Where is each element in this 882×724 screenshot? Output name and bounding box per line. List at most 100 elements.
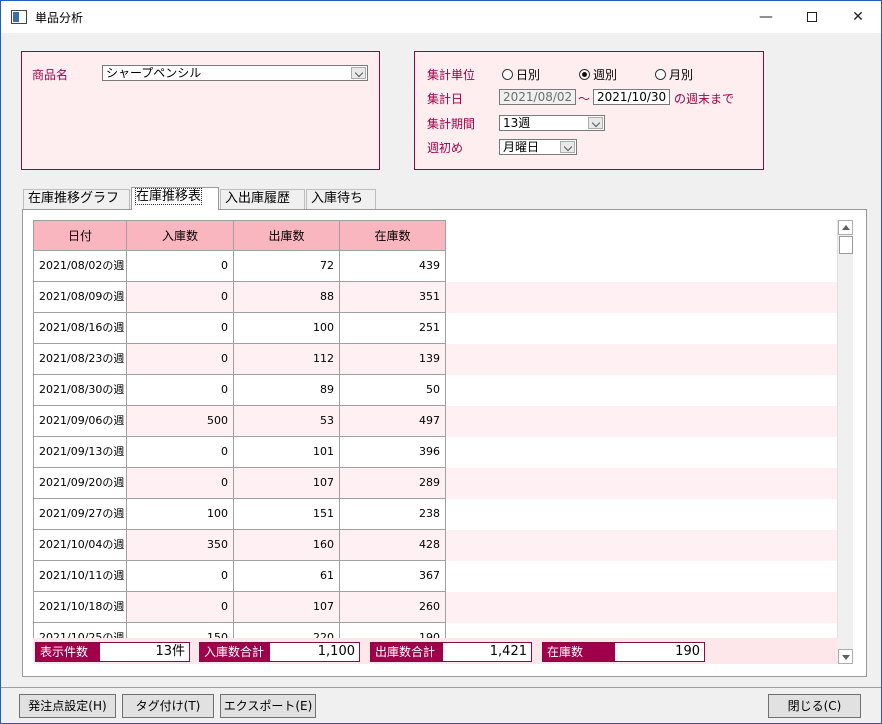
cell-out[interactable]: 107 [234, 592, 340, 623]
cell-in[interactable]: 0 [127, 313, 234, 344]
vertical-scrollbar[interactable] [837, 220, 853, 664]
cell-date[interactable]: 2021/08/23の週 [33, 344, 127, 375]
tab-stock-graph[interactable]: 在庫推移グラフ [23, 189, 130, 209]
date-separator: ～ [578, 92, 591, 106]
cell-date[interactable]: 2021/09/06の週 [33, 406, 127, 437]
cell-date[interactable]: 2021/08/02の週 [33, 251, 127, 282]
week-start-label: 週初め [427, 141, 464, 155]
tab-history[interactable]: 入出庫履歴 [220, 189, 305, 209]
cell-out[interactable]: 61 [234, 561, 340, 592]
product-combo[interactable]: シャープペンシル [102, 65, 368, 81]
cell-out[interactable]: 220 [234, 623, 340, 638]
cell-stock[interactable]: 50 [340, 375, 446, 406]
table-row[interactable]: 2021/10/11の週 0 61 367 [33, 561, 838, 592]
date-to-field[interactable]: 2021/10/30 [593, 89, 670, 105]
cell-date[interactable]: 2021/09/20の週 [33, 468, 127, 499]
maximize-button[interactable] [789, 1, 835, 33]
cell-date[interactable]: 2021/10/11の週 [33, 561, 127, 592]
table-row[interactable]: 2021/08/16の週 0 100 251 [33, 313, 838, 344]
chevron-down-icon[interactable] [351, 67, 366, 79]
cell-in[interactable]: 0 [127, 561, 234, 592]
table-row[interactable]: 2021/08/02の週 0 72 439 [33, 251, 838, 282]
cell-in[interactable]: 0 [127, 468, 234, 499]
column-header-date[interactable]: 日付 [33, 220, 127, 251]
tag-button[interactable]: タグ付け(T) [122, 694, 214, 718]
row-stripe [445, 344, 838, 375]
cell-stock[interactable]: 260 [340, 592, 446, 623]
radio-weekly[interactable]: 週別 [579, 66, 617, 83]
cell-in[interactable]: 0 [127, 344, 234, 375]
cell-in[interactable]: 0 [127, 375, 234, 406]
cell-out[interactable]: 160 [234, 530, 340, 561]
cell-in[interactable]: 350 [127, 530, 234, 561]
cell-out[interactable]: 101 [234, 437, 340, 468]
cell-out[interactable]: 88 [234, 282, 340, 313]
tab-pending[interactable]: 入庫待ち [306, 189, 376, 209]
cell-stock[interactable]: 428 [340, 530, 446, 561]
column-header-in[interactable]: 入庫数 [127, 220, 234, 251]
cell-in[interactable]: 150 [127, 623, 234, 638]
cell-out[interactable]: 72 [234, 251, 340, 282]
cell-stock[interactable]: 367 [340, 561, 446, 592]
table-row[interactable]: 2021/09/27の週 100 151 238 [33, 499, 838, 530]
cell-stock[interactable]: 238 [340, 499, 446, 530]
cell-date[interactable]: 2021/08/30の週 [33, 375, 127, 406]
radio-monthly[interactable]: 月別 [655, 66, 693, 83]
table-row[interactable]: 2021/09/13の週 0 101 396 [33, 437, 838, 468]
cell-out[interactable]: 53 [234, 406, 340, 437]
tab-stock-table[interactable]: 在庫推移表 [131, 187, 219, 210]
cell-stock[interactable]: 190 [340, 623, 446, 638]
table-row[interactable]: 2021/10/04の週 350 160 428 [33, 530, 838, 561]
minimize-button[interactable]: — [743, 1, 789, 33]
cell-date[interactable]: 2021/09/27の週 [33, 499, 127, 530]
reorder-point-button[interactable]: 発注点設定(H) [19, 694, 116, 718]
cell-out[interactable]: 107 [234, 468, 340, 499]
cell-in[interactable]: 100 [127, 499, 234, 530]
column-header-out[interactable]: 出庫数 [234, 220, 340, 251]
row-stripe [445, 282, 838, 313]
cell-in[interactable]: 0 [127, 282, 234, 313]
table-row[interactable]: 2021/09/06の週 500 53 497 [33, 406, 838, 437]
scroll-up-icon[interactable] [838, 220, 853, 235]
cell-out[interactable]: 112 [234, 344, 340, 375]
cell-in[interactable]: 0 [127, 437, 234, 468]
cell-in[interactable]: 500 [127, 406, 234, 437]
cell-stock[interactable]: 251 [340, 313, 446, 344]
cell-stock[interactable]: 396 [340, 437, 446, 468]
cell-out[interactable]: 89 [234, 375, 340, 406]
table-row[interactable]: 2021/08/09の週 0 88 351 [33, 282, 838, 313]
close-button[interactable]: 閉じる(C) [768, 694, 861, 718]
title-bar[interactable]: 単品分析 — ✕ [1, 1, 881, 33]
cell-in[interactable]: 0 [127, 251, 234, 282]
table-row[interactable]: 2021/08/30の週 0 89 50 [33, 375, 838, 406]
cell-date[interactable]: 2021/10/04の週 [33, 530, 127, 561]
cell-stock[interactable]: 289 [340, 468, 446, 499]
cell-date[interactable]: 2021/08/16の週 [33, 313, 127, 344]
week-start-combo[interactable]: 月曜日 [499, 139, 577, 155]
cell-out[interactable]: 151 [234, 499, 340, 530]
row-stripe [445, 468, 838, 499]
export-button[interactable]: エクスポート(E) [220, 694, 316, 718]
column-header-stock[interactable]: 在庫数 [340, 220, 446, 251]
cell-stock[interactable]: 497 [340, 406, 446, 437]
period-combo[interactable]: 13週 [499, 115, 605, 131]
cell-stock[interactable]: 351 [340, 282, 446, 313]
cell-date[interactable]: 2021/09/13の週 [33, 437, 127, 468]
cell-stock[interactable]: 139 [340, 344, 446, 375]
cell-out[interactable]: 100 [234, 313, 340, 344]
scroll-down-icon[interactable] [838, 649, 853, 664]
cell-date[interactable]: 2021/08/09の週 [33, 282, 127, 313]
scroll-thumb[interactable] [839, 236, 853, 254]
table-row[interactable]: 2021/10/25の週 150 220 190 [33, 623, 838, 638]
table-row[interactable]: 2021/10/18の週 0 107 260 [33, 592, 838, 623]
chevron-down-icon[interactable] [560, 141, 575, 153]
close-window-button[interactable]: ✕ [835, 1, 881, 33]
table-row[interactable]: 2021/08/23の週 0 112 139 [33, 344, 838, 375]
cell-in[interactable]: 0 [127, 592, 234, 623]
radio-daily[interactable]: 日別 [502, 66, 540, 83]
chevron-down-icon[interactable] [588, 117, 603, 129]
table-row[interactable]: 2021/09/20の週 0 107 289 [33, 468, 838, 499]
cell-stock[interactable]: 439 [340, 251, 446, 282]
cell-date[interactable]: 2021/10/18の週 [33, 592, 127, 623]
cell-date[interactable]: 2021/10/25の週 [33, 623, 127, 638]
